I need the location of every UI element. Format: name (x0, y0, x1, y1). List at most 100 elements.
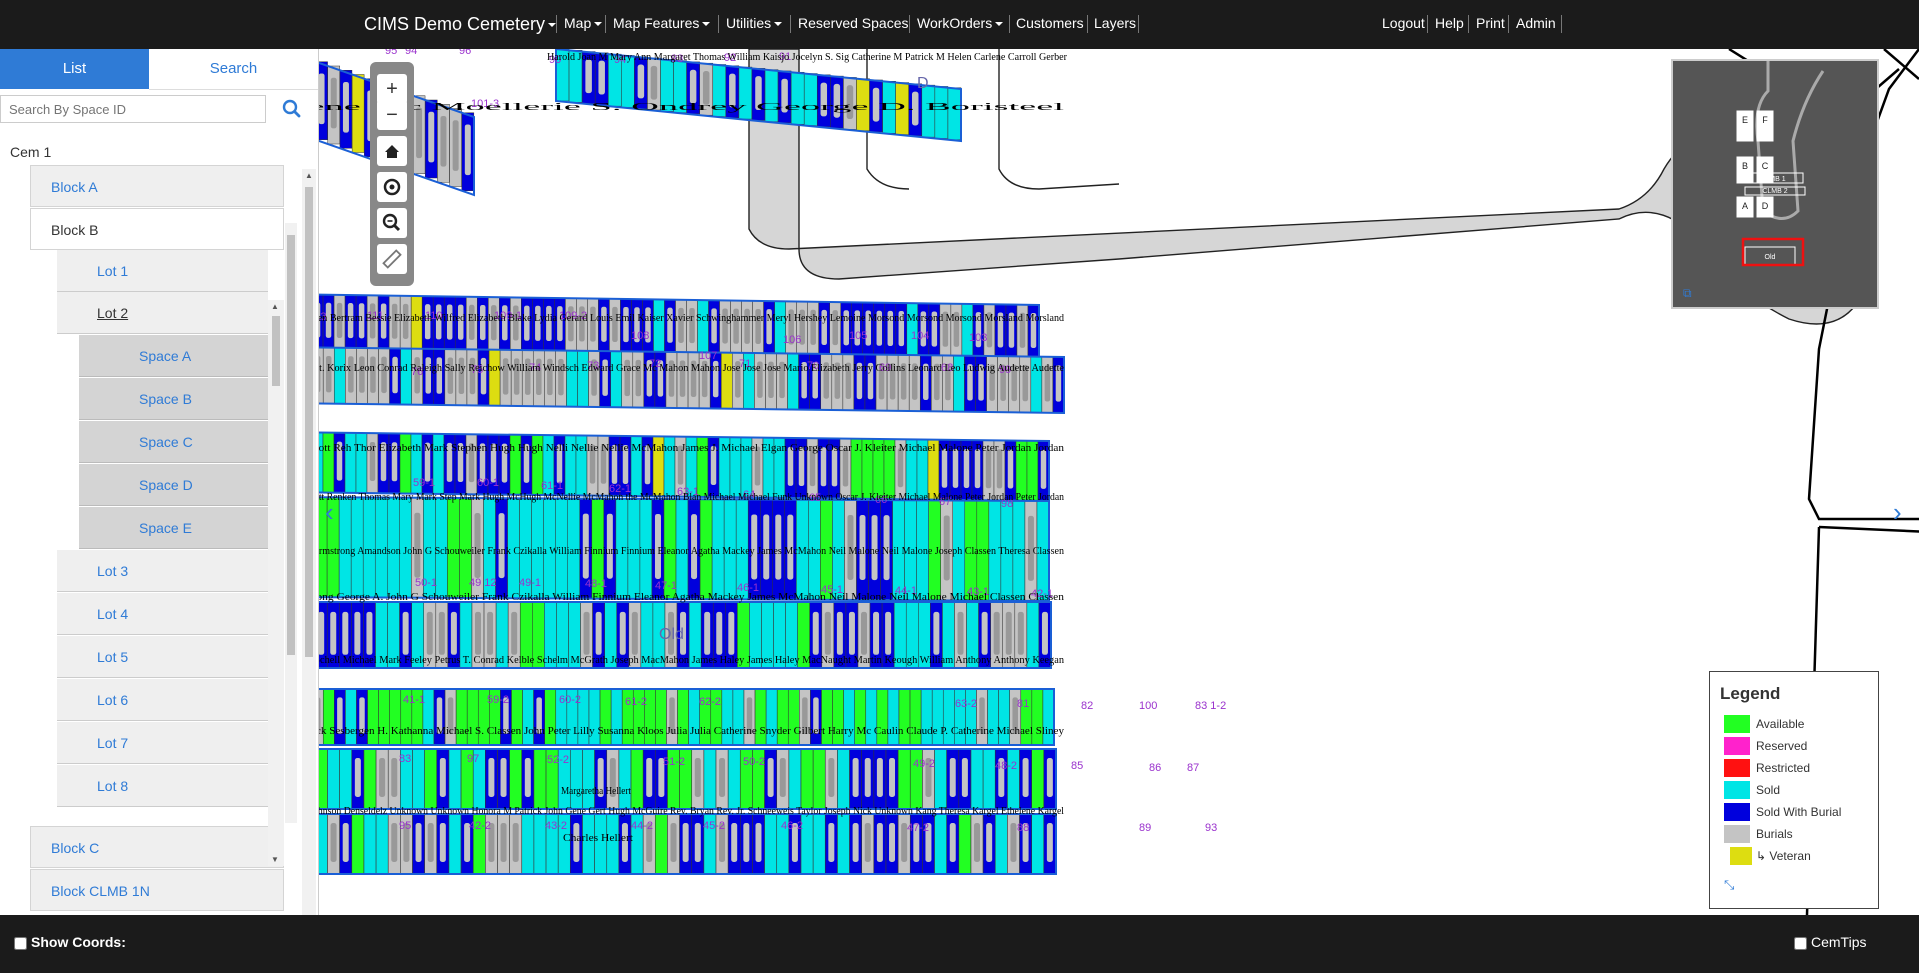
measure-button[interactable] (377, 244, 407, 274)
sidebar-scroll-thumb[interactable] (305, 187, 313, 657)
tree-lot-1[interactable]: Lot 1 (57, 250, 268, 292)
lot-number-label: 95 (385, 49, 397, 57)
tree-lot-8[interactable]: Lot 8 (57, 765, 268, 807)
grave-space (400, 348, 412, 405)
search-button[interactable] (272, 95, 312, 123)
menu-reserved-spaces[interactable]: Reserved Spaces (798, 15, 909, 31)
zoom-out-button[interactable]: − (377, 100, 407, 130)
lot-list-scroll-thumb[interactable] (272, 316, 280, 386)
show-coords-toggle[interactable]: Show Coords: (14, 934, 126, 950)
home-button[interactable] (377, 136, 407, 166)
menu-map-features[interactable]: Map Features (613, 15, 711, 31)
minimap-block-label: F (1762, 115, 1768, 125)
nav-divider (556, 15, 557, 33)
lot-number-label: 50-1 (415, 577, 437, 589)
show-coords-checkbox[interactable] (14, 936, 27, 950)
space-search-row (0, 90, 318, 127)
menu-layers[interactable]: Layers (1094, 15, 1136, 31)
burial-marker (637, 64, 645, 99)
help-link[interactable]: Help (1435, 15, 1464, 31)
tree-space-b[interactable]: Space B (79, 378, 268, 420)
admin-link[interactable]: Admin (1516, 15, 1556, 31)
burial-marker (366, 611, 373, 655)
lot-number-label: 87 (1187, 762, 1199, 774)
scroll-up-arrow-icon[interactable]: ▲ (305, 171, 313, 180)
locate-button[interactable] (377, 172, 407, 202)
lot-number-label: 52-2 (547, 754, 569, 766)
menu-customers[interactable]: Customers (1016, 15, 1084, 31)
zoom-box-button[interactable] (377, 208, 407, 238)
lot-number-label: 97 (467, 753, 479, 765)
nav-divider (1427, 15, 1428, 33)
burial-marker (828, 758, 835, 797)
app-title-dropdown[interactable]: CIMS Demo Cemetery (364, 14, 557, 35)
tree-block-a[interactable]: Block A (30, 165, 284, 207)
grave-space (582, 748, 595, 810)
grave-space (1031, 748, 1044, 810)
tab-list[interactable]: List (0, 49, 149, 89)
lot-number-label: 44-2 (631, 820, 653, 832)
minimap-block-label: D (1762, 201, 1769, 211)
nav-divider (1009, 15, 1010, 33)
right-panel-toggle-icon[interactable]: › (1893, 497, 1902, 528)
burial-marker (694, 758, 701, 797)
minimap-canvas: E F B C A D CLMB 1 CLMB 2 Old ⧉ (1683, 61, 1825, 300)
overview-minimap[interactable]: E F B C A D CLMB 1 CLMB 2 Old ⧉ (1671, 59, 1879, 309)
tree-space-d[interactable]: Space D (79, 464, 268, 506)
menu-workorders[interactable]: WorkOrders (917, 15, 1004, 31)
grave-name-label: Frank Johnson Denseldelz Unknown Unknown… (319, 805, 1064, 817)
burial-marker (585, 59, 592, 94)
burial-marker (836, 611, 843, 655)
burial-marker (452, 120, 459, 171)
logout-link[interactable]: Logout (1382, 15, 1425, 31)
tab-search[interactable]: Search (149, 49, 318, 90)
menu-map[interactable]: Map (564, 15, 603, 31)
grave-space (812, 813, 826, 875)
grave-name-label: Ernst Gott Reh Thor Elizabeth Mark Steph… (319, 442, 1065, 454)
scroll-down-arrow-icon[interactable]: ▼ (271, 855, 279, 864)
block-scrollbar[interactable] (285, 223, 297, 823)
scroll-up-arrow-icon[interactable]: ▲ (271, 302, 279, 311)
burial-marker (488, 758, 495, 797)
tree-lot-4[interactable]: Lot 4 (57, 593, 268, 635)
lot-list-scrollbar[interactable]: ▲ ▼ (268, 300, 284, 866)
burial-marker (464, 124, 471, 176)
caret-down-icon (594, 22, 603, 27)
tree-space-a[interactable]: Space A (79, 335, 268, 377)
burial-marker (319, 73, 325, 125)
space-id-search-input[interactable] (0, 95, 266, 123)
lot-number-label: 59-1 (413, 477, 435, 489)
lot-number-label: 107 (699, 350, 717, 362)
burial-marker (650, 65, 658, 100)
lot-number-label: 108 (631, 330, 649, 342)
tree-block-b[interactable]: Block B (30, 208, 284, 250)
menu-utilities[interactable]: Utilities (726, 15, 783, 31)
lot-number-label: 49-2 (913, 758, 935, 770)
tree-space-c[interactable]: Space C (79, 421, 268, 463)
grave-name-label: Charles Hellert (563, 832, 633, 844)
tree-lot-7[interactable]: Lot 7 (57, 722, 268, 764)
burial-marker (694, 823, 701, 862)
left-panel-toggle-icon[interactable]: ‹ (325, 497, 334, 528)
nav-divider (718, 15, 719, 33)
legend-collapse-icon[interactable]: ⤡ (1724, 877, 1734, 893)
tree-block-c[interactable]: Block C (30, 826, 284, 868)
lot-number-label: 104 (911, 330, 929, 342)
tree-space-e[interactable]: Space E (79, 507, 268, 549)
grave-space (351, 74, 365, 153)
nav-divider (1138, 15, 1139, 33)
tree-block-clmb-1n[interactable]: Block CLMB 1N (30, 869, 284, 911)
block-scroll-thumb[interactable] (287, 235, 295, 655)
print-link[interactable]: Print (1476, 15, 1505, 31)
tree-lot-2[interactable]: Lot 2 (57, 292, 268, 334)
cemtips-toggle[interactable]: CemTips (1794, 934, 1867, 950)
cemtips-checkbox[interactable] (1794, 936, 1807, 950)
burial-marker (974, 823, 981, 862)
grave-space (837, 813, 850, 875)
cemtips-label: CemTips (1811, 934, 1867, 950)
tree-lot-5[interactable]: Lot 5 (57, 636, 268, 678)
lot-number-label: 94 (405, 49, 417, 57)
tree-lot-6[interactable]: Lot 6 (57, 679, 268, 721)
sidebar-scrollbar[interactable]: ▲ ▼ (302, 169, 316, 959)
tree-lot-3[interactable]: Lot 3 (57, 550, 268, 592)
